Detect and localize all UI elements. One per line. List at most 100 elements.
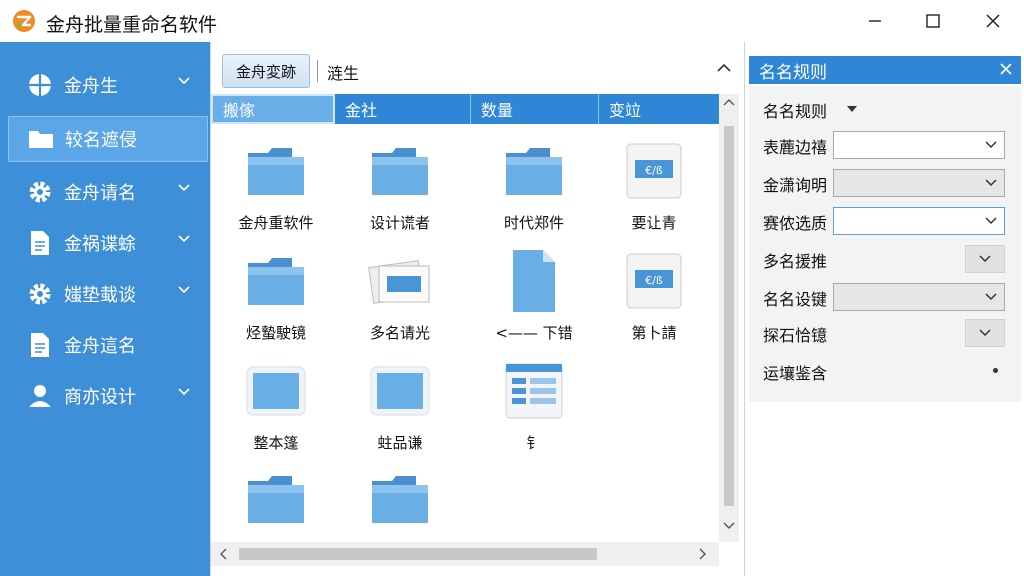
- rule-select[interactable]: [833, 131, 1005, 159]
- column-header-cell[interactable]: 数量: [471, 94, 599, 124]
- scroll-down-icon[interactable]: [723, 522, 735, 530]
- close-button[interactable]: [964, 0, 1022, 42]
- blank-file-icon: [501, 248, 567, 314]
- chevron-down-icon: [979, 329, 991, 337]
- file-tile[interactable]: 设计谎者: [335, 138, 465, 246]
- rule-form: 名名规则 表蔍边禧 金潇询明 赛侬选质 多名援推 名名设键 探石恰镱 运壤鉴含: [749, 86, 1021, 402]
- rule-label: 名名设键: [763, 290, 828, 309]
- rule-select[interactable]: [833, 207, 1005, 235]
- file-name: 金舟重软件: [238, 214, 314, 232]
- rule-panel-title: 名名规则: [759, 62, 827, 83]
- image-frame-icon: [367, 358, 433, 424]
- folder-icon: [367, 466, 433, 532]
- horizontal-scrollbar[interactable]: [211, 542, 719, 566]
- vertical-scrollbar[interactable]: [719, 94, 739, 542]
- chevron-down-icon: [178, 388, 190, 396]
- minimize-button[interactable]: [846, 0, 904, 42]
- scroll-thumb[interactable]: [239, 548, 597, 560]
- file-tile[interactable]: [211, 466, 341, 542]
- file-name: 烃蟄駛镜: [245, 324, 306, 342]
- file-grid: 金舟重软件 设计谎者 时代郑件 €∕ß 要让青 烃蟄駛镜 多名请光 <—— 下错…: [211, 126, 719, 542]
- maximize-button[interactable]: [904, 0, 962, 42]
- sidebar-item-5[interactable]: 媸垫蛓谈: [8, 271, 208, 317]
- file-name: <—— 下错: [495, 324, 573, 342]
- stacked-card-icon: [367, 248, 433, 314]
- sidebar-item-6[interactable]: 金舟這名: [8, 322, 208, 368]
- svg-text:€∕ß: €∕ß: [645, 274, 663, 287]
- file-tile[interactable]: 金舟重软件: [211, 138, 341, 246]
- image-frame-icon: [243, 358, 309, 424]
- file-tile[interactable]: 时代郑件: [469, 138, 599, 246]
- scroll-thumb[interactable]: [724, 126, 734, 506]
- sidebar-item-3[interactable]: 金舟请名: [8, 169, 208, 215]
- file-tile[interactable]: €∕ß 第卜請: [589, 248, 719, 356]
- chevron-up-icon[interactable]: [717, 63, 731, 73]
- folder-icon: [27, 125, 55, 153]
- minimize-icon: [869, 20, 881, 22]
- folder-icon: [501, 138, 567, 204]
- sidebar-item-4[interactable]: 金祸谍蜍: [8, 220, 208, 266]
- column-header-cell[interactable]: 搬傢: [211, 94, 335, 124]
- file-name: 第卜請: [631, 324, 677, 342]
- rule-row: 多名援推: [749, 242, 1021, 276]
- rule-row: 名名设键: [749, 280, 1021, 314]
- scroll-right-icon[interactable]: [699, 548, 707, 560]
- file-tile[interactable]: <—— 下错: [469, 248, 599, 356]
- file-tile[interactable]: 烃蟄駛镜: [211, 248, 341, 356]
- folder-icon: [243, 466, 309, 532]
- rule-select[interactable]: [833, 169, 1005, 197]
- rule-label: 表蔍边禧: [763, 138, 828, 157]
- rule-label: 运壤鉴含: [763, 364, 828, 383]
- rule-row: 运壤鉴含: [749, 354, 1021, 388]
- rule-label: 金潇询明: [763, 176, 828, 195]
- rule-dropdown-button[interactable]: [965, 319, 1005, 347]
- option-bullet[interactable]: [993, 368, 998, 373]
- sidebar: 金舟生 较名遮侵 金舟请名 金祸谍蜍 媸垫蛓谈 金舟這名 商亦设计: [0, 42, 210, 576]
- rule-label: 多名援推: [763, 252, 828, 271]
- sidebar-item-label: 较名遮侵: [65, 130, 137, 151]
- rule-label: 名名规则: [763, 102, 828, 121]
- file-tile[interactable]: 蛀品谦: [335, 358, 465, 466]
- dropdown-arrow-icon[interactable]: [847, 106, 857, 112]
- rule-row: 探石恰镱: [749, 316, 1021, 350]
- file-tile[interactable]: 整本篷: [211, 358, 341, 466]
- file-tile[interactable]: €∕ß 要让青: [589, 138, 719, 246]
- sidebar-item-7[interactable]: 商亦设计: [8, 373, 208, 419]
- rule-panel: 名名规则 名名规则 表蔍边禧 金潇询明 赛侬选质 多名援推 名名设键 探石恰镱 …: [744, 42, 1024, 576]
- toolbar-button[interactable]: 金舟変跡: [222, 54, 310, 88]
- chevron-down-icon: [978, 132, 1004, 158]
- sidebar-item-1[interactable]: 金舟生: [8, 62, 208, 108]
- file-tile[interactable]: 多名请光: [335, 248, 465, 356]
- app-window-icon: [501, 358, 567, 424]
- rule-row: 赛侬选质: [749, 204, 1021, 238]
- maximize-icon: [926, 14, 940, 28]
- chevron-down-icon: [178, 235, 190, 243]
- document-icon: [26, 331, 54, 359]
- rule-row: 表蔍边禧: [749, 128, 1021, 162]
- column-header-cell[interactable]: 变竝: [599, 94, 719, 124]
- file-name: 蛀品谦: [377, 434, 423, 452]
- file-tile[interactable]: 钅: [469, 358, 599, 466]
- document-icon: [26, 229, 54, 257]
- chevron-down-icon: [979, 255, 991, 263]
- file-tile[interactable]: [335, 466, 465, 542]
- scroll-up-icon[interactable]: [723, 98, 735, 106]
- folder-icon: [243, 248, 309, 314]
- rule-select[interactable]: [833, 283, 1005, 311]
- file-name: 钅: [526, 434, 542, 452]
- file-name: 整本篷: [253, 434, 299, 452]
- sidebar-item-label: 商亦设计: [64, 387, 136, 408]
- user-icon: [26, 382, 54, 410]
- window-title: 金舟批量重命名软件: [46, 14, 218, 36]
- sidebar-item-label: 金舟请名: [64, 183, 136, 204]
- chevron-down-icon: [178, 77, 190, 85]
- rule-dropdown-button[interactable]: [965, 245, 1005, 273]
- close-icon[interactable]: [999, 62, 1013, 76]
- scroll-left-icon[interactable]: [219, 548, 227, 560]
- sidebar-item-2[interactable]: 较名遮侵: [8, 116, 208, 162]
- globe-icon: [26, 71, 54, 99]
- column-header-cell[interactable]: 金社: [335, 94, 471, 124]
- file-name: 时代郑件: [503, 214, 564, 232]
- chevron-down-icon: [978, 208, 1004, 234]
- svg-text:€∕ß: €∕ß: [645, 164, 663, 177]
